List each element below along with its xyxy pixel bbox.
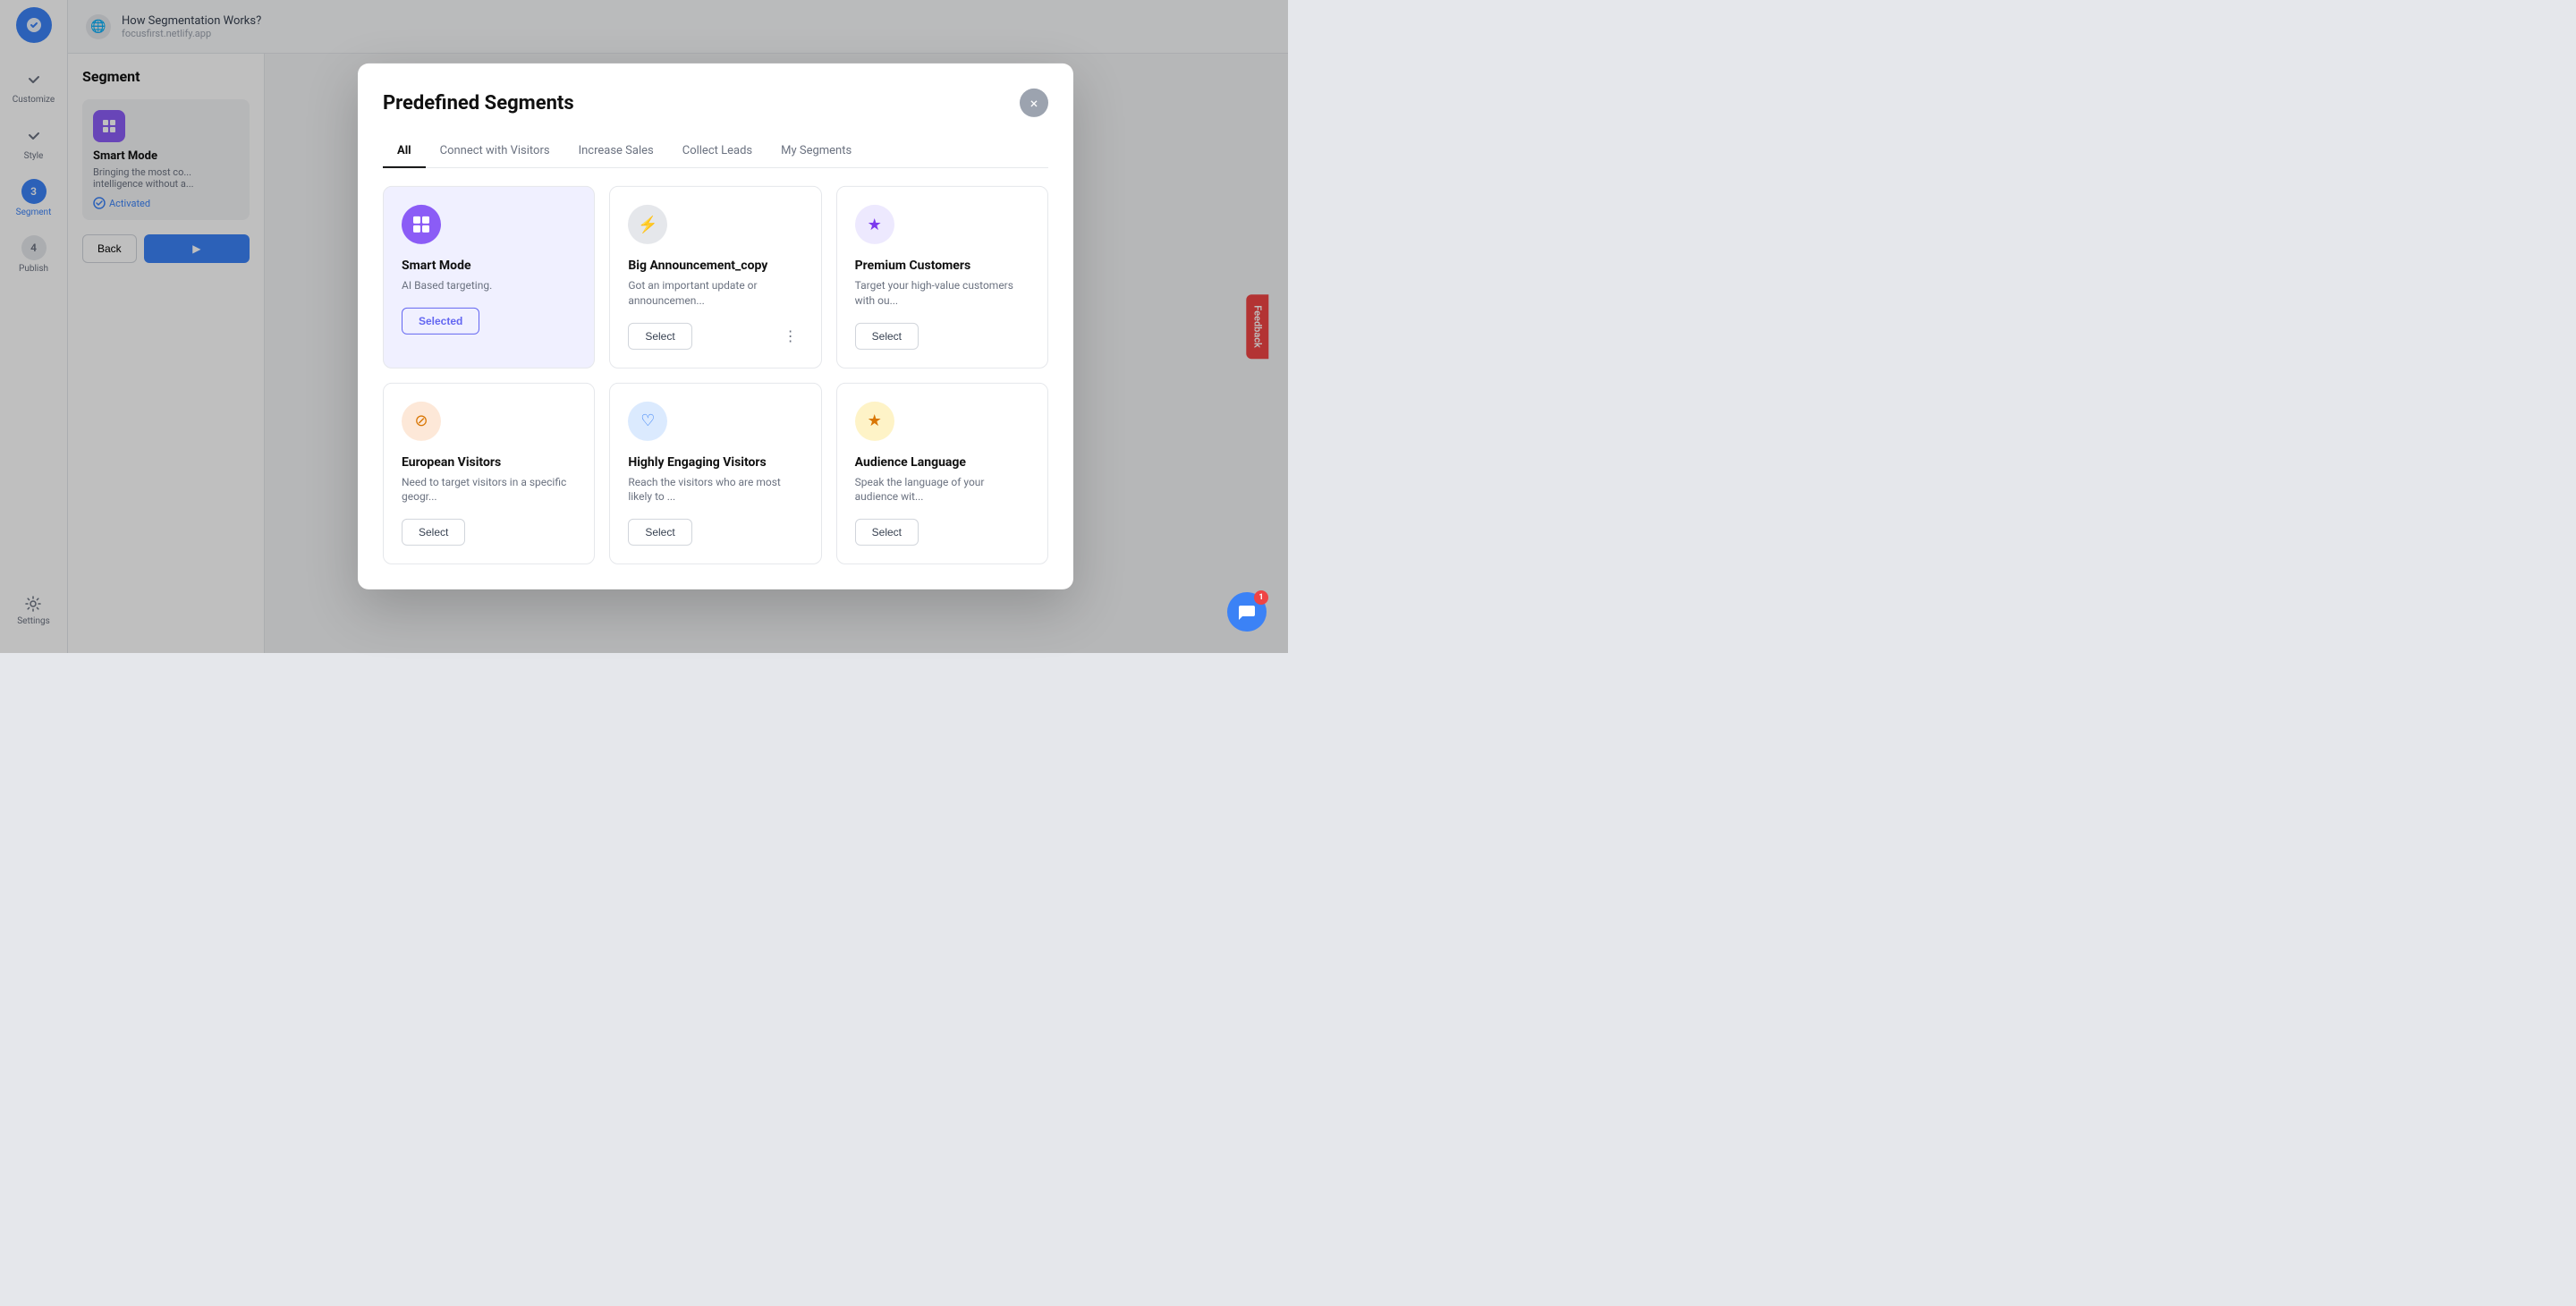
big-announcement-card-actions: Select ⋮ <box>628 323 802 350</box>
segment-card-smart-mode: Smart Mode AI Based targeting. Selected <box>383 186 595 369</box>
european-card-desc: Need to target visitors in a specific ge… <box>402 475 576 505</box>
smart-icon-svg <box>411 215 431 234</box>
tab-sales[interactable]: Increase Sales <box>564 135 668 168</box>
audience-card-icon: ★ <box>855 402 894 441</box>
smart-mode-card-desc: AI Based targeting. <box>402 278 576 293</box>
tab-connect[interactable]: Connect with Visitors <box>426 135 564 168</box>
star2-icon: ★ <box>868 411 882 430</box>
segments-grid: Smart Mode AI Based targeting. Selected … <box>383 186 1048 564</box>
audience-card-actions: Select <box>855 519 1030 546</box>
premium-select-button[interactable]: Select <box>855 323 919 350</box>
tab-connect-label: Connect with Visitors <box>440 144 550 157</box>
engaging-card-icon: ♡ <box>628 402 667 441</box>
smart-mode-card-actions: Selected <box>402 308 576 335</box>
modal-title: Predefined Segments <box>383 91 574 114</box>
star-icon: ★ <box>868 215 882 233</box>
big-announcement-card-desc: Got an important update or announcemen..… <box>628 278 802 309</box>
european-card-icon: ⊘ <box>402 402 441 441</box>
segment-card-european-visitors: ⊘ European Visitors Need to target visit… <box>383 383 595 565</box>
predefined-segments-modal: Predefined Segments × All Connect with V… <box>358 64 1073 589</box>
segment-card-big-announcement: ⚡ Big Announcement_copy Got an important… <box>609 186 821 369</box>
modal-header: Predefined Segments × <box>383 89 1048 117</box>
chat-badge: 1 <box>1254 590 1268 605</box>
compass-icon: ⊘ <box>414 411 428 430</box>
close-icon: × <box>1030 94 1038 111</box>
tab-all-label: All <box>397 144 411 157</box>
premium-card-title: Premium Customers <box>855 259 1030 273</box>
smart-mode-card-title: Smart Mode <box>402 259 576 273</box>
tab-sales-label: Increase Sales <box>579 144 654 157</box>
tab-my-segments[interactable]: My Segments <box>767 135 866 168</box>
smart-mode-card-icon <box>402 205 441 244</box>
big-announcement-card-icon: ⚡ <box>628 205 667 244</box>
tab-all[interactable]: All <box>383 135 426 168</box>
heart-icon: ♡ <box>640 411 655 430</box>
engaging-select-button[interactable]: Select <box>628 519 691 546</box>
tab-leads-label: Collect Leads <box>682 144 752 157</box>
engaging-card-actions: Select <box>628 519 802 546</box>
engaging-card-desc: Reach the visitors who are most likely t… <box>628 475 802 505</box>
audience-card-title: Audience Language <box>855 455 1030 470</box>
chat-button[interactable]: 1 <box>1227 592 1267 632</box>
audience-card-desc: Speak the language of your audience wit.… <box>855 475 1030 505</box>
big-announcement-more-button[interactable]: ⋮ <box>778 324 803 349</box>
european-card-actions: Select <box>402 519 576 546</box>
tab-my-segments-label: My Segments <box>781 144 852 157</box>
segment-card-highly-engaging: ♡ Highly Engaging Visitors Reach the vis… <box>609 383 821 565</box>
lightning-icon: ⚡ <box>638 215 657 233</box>
audience-select-button[interactable]: Select <box>855 519 919 546</box>
premium-card-icon: ★ <box>855 205 894 244</box>
chat-icon <box>1237 602 1257 622</box>
big-announcement-card-title: Big Announcement_copy <box>628 259 802 273</box>
tab-leads[interactable]: Collect Leads <box>668 135 767 168</box>
premium-card-desc: Target your high-value customers with ou… <box>855 278 1030 309</box>
engaging-card-title: Highly Engaging Visitors <box>628 455 802 470</box>
modal-tabs: All Connect with Visitors Increase Sales… <box>383 135 1048 168</box>
european-select-button[interactable]: Select <box>402 519 465 546</box>
european-card-title: European Visitors <box>402 455 576 470</box>
big-announcement-select-button[interactable]: Select <box>628 323 691 350</box>
segment-card-audience-language: ★ Audience Language Speak the language o… <box>836 383 1048 565</box>
close-button[interactable]: × <box>1020 89 1048 117</box>
premium-card-actions: Select <box>855 323 1030 350</box>
segment-card-premium-customers: ★ Premium Customers Target your high-val… <box>836 186 1048 369</box>
smart-mode-select-button[interactable]: Selected <box>402 308 479 335</box>
